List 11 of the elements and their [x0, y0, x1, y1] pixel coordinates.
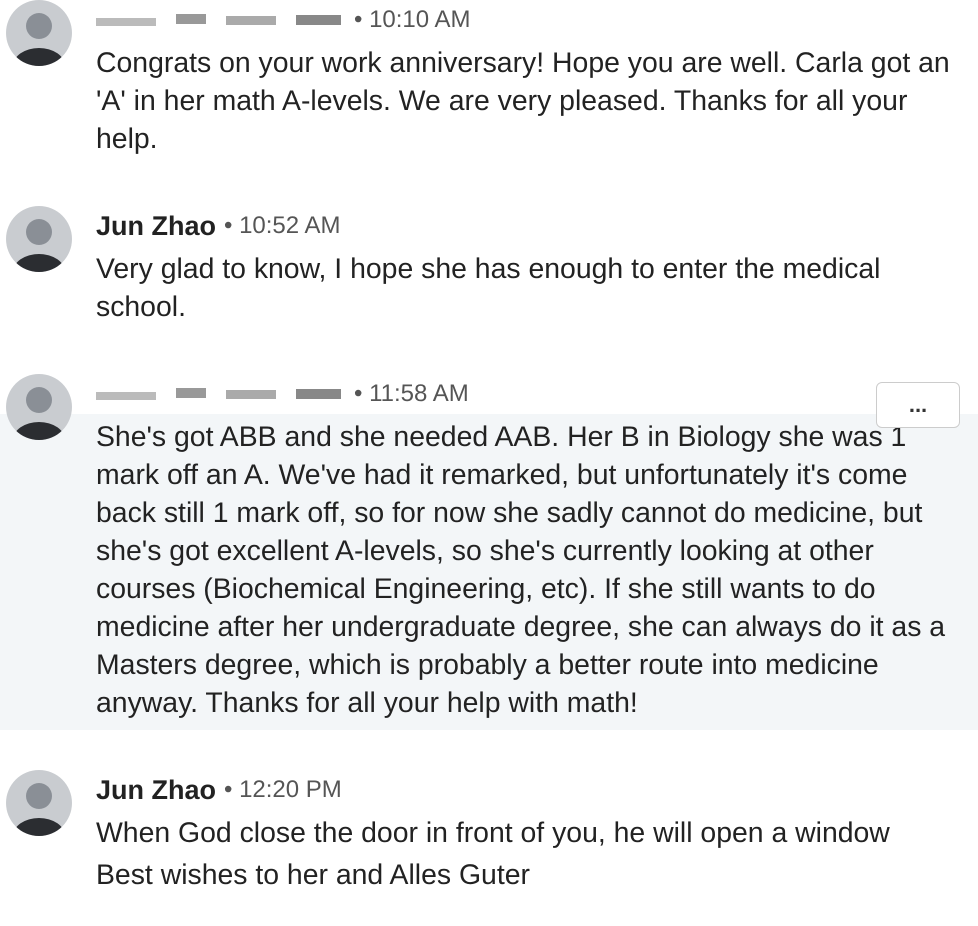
message-text: Very glad to know, I hope she has enough to enter the medical school.: [95, 252, 882, 325]
timestamp: • 12:20 PM: [224, 775, 342, 805]
message-text: Congrats on your work anniversary! Hope you are well. Carla got an 'A' in her math A-levels. We are very pleased. Thanks for all your help.: [95, 46, 951, 157]
message-text: When God close the door in front of you, he will open a window: [95, 816, 891, 851]
sender-name: Jun Zhao: [96, 210, 216, 243]
message-text: Best wishes to her and Alles Guter: [95, 858, 531, 893]
timestamp: • 11:58 AM: [354, 379, 469, 409]
more-button[interactable]: ...: [876, 382, 960, 428]
timestamp: • 10:52 AM: [224, 211, 340, 241]
sender-name: Jun Zhao: [96, 774, 216, 807]
timestamp: • 10:10 AM: [354, 5, 470, 35]
